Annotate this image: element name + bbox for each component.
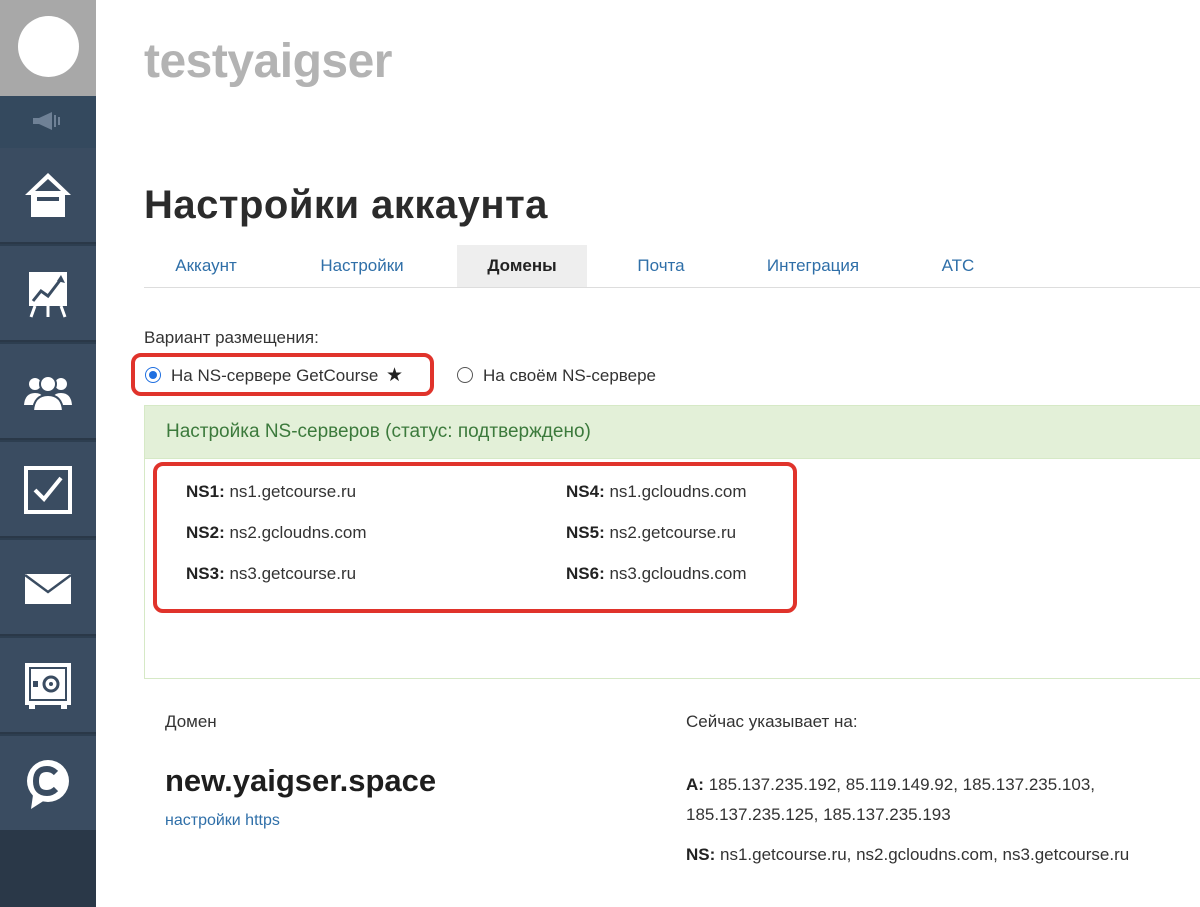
page-title: Настройки аккаунта (144, 183, 548, 227)
radio-own-ns-label: На своём NS-сервере (483, 366, 657, 385)
a-record-key: A: (686, 775, 704, 794)
domain-column-label: Домен (165, 712, 217, 731)
ns-record-key: NS: (686, 845, 716, 864)
radio-own-ns[interactable] (457, 367, 473, 383)
avatar-block[interactable] (0, 0, 96, 96)
chart-icon (29, 272, 67, 318)
sidebar-footer (0, 830, 96, 907)
highlight-ns-list (153, 462, 797, 613)
sidebar (0, 0, 96, 907)
placement-label: Вариант размещения: (144, 328, 319, 347)
https-settings-link[interactable]: настройки https (165, 812, 280, 830)
sidebar-item-users[interactable] (0, 344, 96, 440)
avatar[interactable] (18, 16, 79, 77)
ns-record-value: ns1.getcourse.ru, ns2.gcloudns.com, ns3.… (720, 845, 1130, 864)
settings-tabs: Аккаунт Настройки Домены Почта Интеграци… (144, 245, 1200, 288)
points-to-label: Сейчас указывает на: (686, 712, 858, 731)
domain-name: new.yaigser.space (165, 763, 437, 798)
sidebar-item-reports[interactable] (0, 246, 96, 342)
announcements-button[interactable] (0, 96, 96, 149)
users-icon (24, 375, 72, 412)
tab-domains[interactable]: Домены (457, 245, 587, 287)
tab-integration[interactable]: Интеграция (743, 245, 883, 287)
a-records: A: 185.137.235.192, 85.119.149.92, 185.1… (686, 770, 1095, 830)
home-icon (25, 173, 71, 217)
sidebar-item-chat[interactable] (0, 736, 96, 832)
ns-panel-header: Настройка NS-серверов (статус: подтвержд… (145, 406, 1200, 459)
sidebar-item-home[interactable] (0, 148, 96, 244)
tasks-icon (24, 466, 72, 514)
tab-account[interactable]: Аккаунт (144, 245, 268, 287)
a-record-line: 185.137.235.125, 185.137.235.193 (686, 805, 951, 824)
megaphone-icon (33, 112, 60, 130)
highlight-radio (131, 353, 434, 396)
radio-option-own-ns[interactable]: На своём NS-сервере (457, 364, 656, 388)
sidebar-item-tasks[interactable] (0, 442, 96, 538)
ns-records: NS: ns1.getcourse.ru, ns2.gcloudns.com, … (686, 840, 1129, 870)
a-record-line: 185.137.235.192, 85.119.149.92, 185.137.… (708, 775, 1096, 794)
tab-settings[interactable]: Настройки (294, 245, 430, 287)
tab-mail[interactable]: Почта (614, 245, 708, 287)
mail-icon (24, 573, 72, 604)
safe-icon (25, 663, 71, 709)
sidebar-item-mail[interactable] (0, 540, 96, 636)
tab-pbx[interactable]: АТС (922, 245, 994, 287)
chat-icon (27, 760, 69, 809)
sidebar-item-safe[interactable] (0, 638, 96, 734)
school-name: testyaigser (144, 35, 392, 88)
